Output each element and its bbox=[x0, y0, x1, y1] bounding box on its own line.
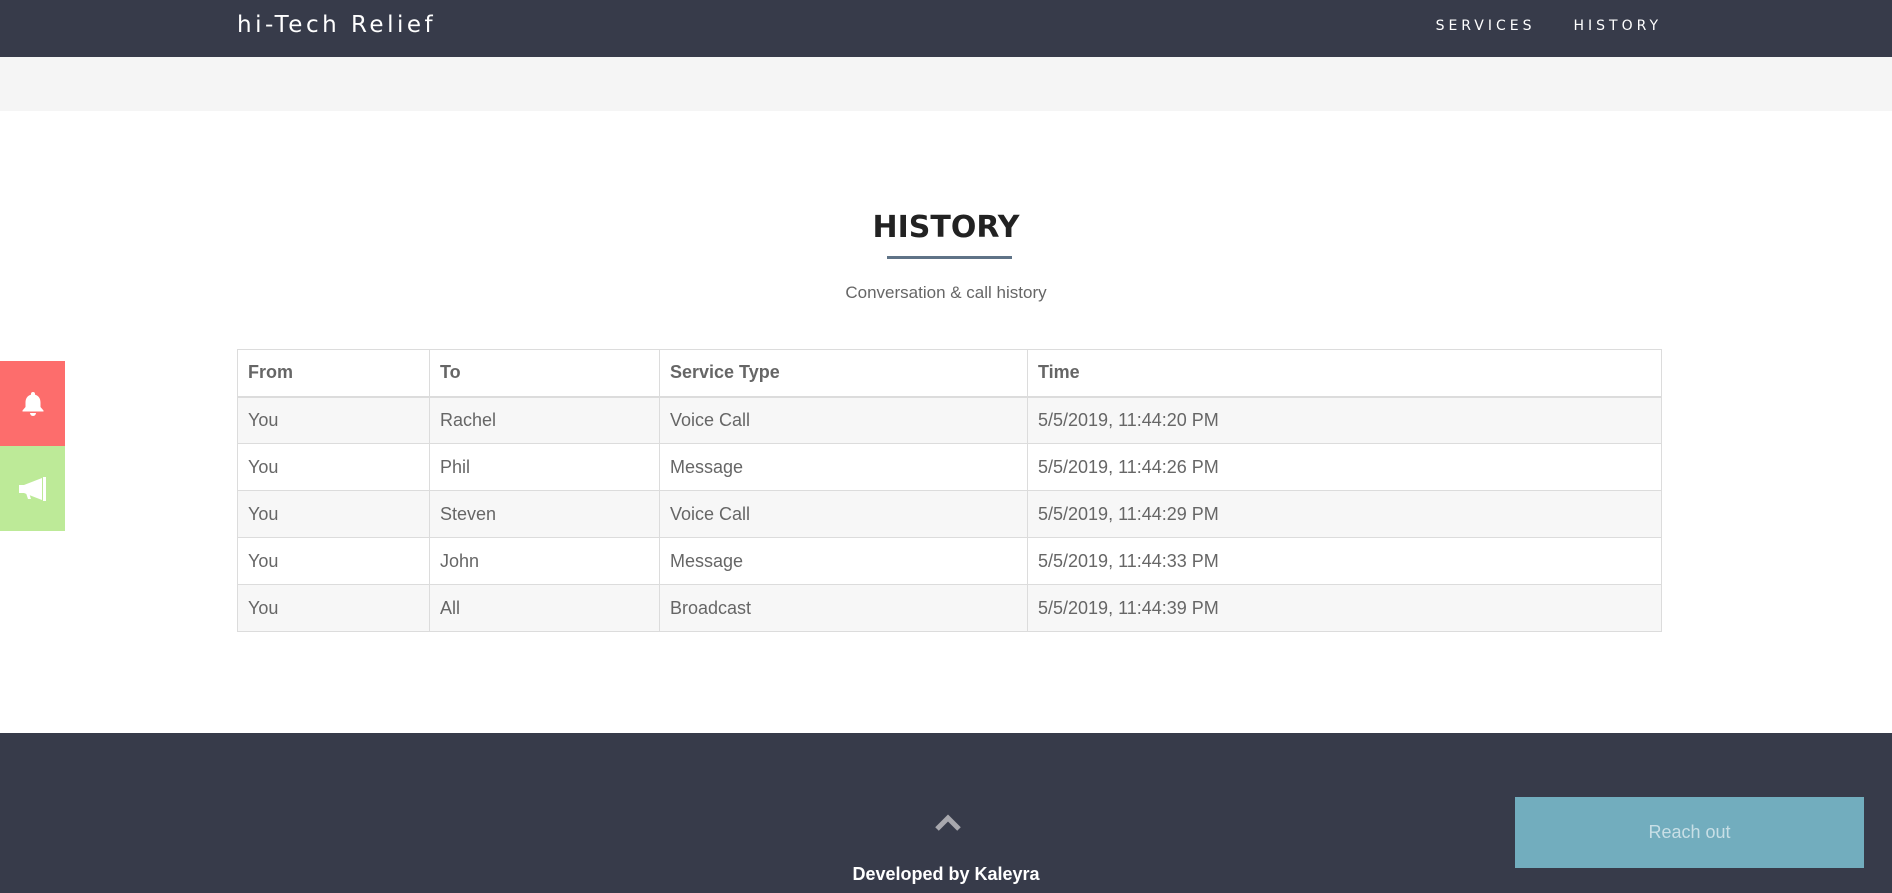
cell-time: 5/5/2019, 11:44:26 PM bbox=[1027, 443, 1662, 491]
megaphone-icon bbox=[18, 476, 46, 501]
cell-time: 5/5/2019, 11:44:29 PM bbox=[1027, 490, 1662, 538]
column-header-time: Time bbox=[1027, 349, 1662, 398]
page-title: HISTORY bbox=[872, 210, 1020, 245]
cell-to: All bbox=[429, 584, 660, 632]
cell-from: You bbox=[237, 584, 430, 632]
chevron-up-icon bbox=[935, 814, 961, 831]
table-row: You Phil Message 5/5/2019, 11:44:26 PM bbox=[237, 443, 1662, 491]
cell-service-type: Voice Call bbox=[659, 490, 1028, 538]
nav-link-services[interactable]: SERVICES bbox=[1436, 18, 1536, 34]
cell-to: John bbox=[429, 537, 660, 585]
scroll-to-top-button[interactable] bbox=[935, 813, 961, 831]
table-row: You Steven Voice Call 5/5/2019, 11:44:29… bbox=[237, 490, 1662, 538]
title-underline bbox=[887, 256, 1012, 259]
cell-service-type: Message bbox=[659, 443, 1028, 491]
navbar: hi-Tech Relief SERVICES HISTORY bbox=[0, 0, 1892, 57]
nav-links: SERVICES HISTORY bbox=[1436, 0, 1662, 52]
bell-icon bbox=[22, 391, 43, 416]
cell-service-type: Voice Call bbox=[659, 396, 1028, 444]
table-header-row: From To Service Type Time bbox=[237, 349, 1662, 398]
cell-from: You bbox=[237, 396, 430, 444]
column-header-service-type: Service Type bbox=[659, 349, 1028, 398]
page-subtitle: Conversation & call history bbox=[845, 283, 1047, 302]
cell-from: You bbox=[237, 537, 430, 585]
cell-time: 5/5/2019, 11:44:20 PM bbox=[1027, 396, 1662, 444]
cell-from: You bbox=[237, 443, 430, 491]
cell-to: Phil bbox=[429, 443, 660, 491]
cell-to: Steven bbox=[429, 490, 660, 538]
notification-button[interactable] bbox=[0, 361, 65, 446]
cell-time: 5/5/2019, 11:44:39 PM bbox=[1027, 584, 1662, 632]
column-header-from: From bbox=[237, 349, 430, 398]
table-row: You John Message 5/5/2019, 11:44:33 PM bbox=[237, 537, 1662, 585]
cell-to: Rachel bbox=[429, 396, 660, 444]
nav-link-history[interactable]: HISTORY bbox=[1574, 18, 1663, 34]
column-header-to: To bbox=[429, 349, 660, 398]
cell-from: You bbox=[237, 490, 430, 538]
broadcast-button[interactable] bbox=[0, 446, 65, 531]
cell-service-type: Message bbox=[659, 537, 1028, 585]
history-table: From To Service Type Time You Rachel Voi… bbox=[237, 349, 1662, 632]
reach-out-button[interactable]: Reach out bbox=[1515, 797, 1864, 868]
cell-service-type: Broadcast bbox=[659, 584, 1028, 632]
header-band bbox=[0, 57, 1892, 111]
table-row: You Rachel Voice Call 5/5/2019, 11:44:20… bbox=[237, 396, 1662, 444]
cell-time: 5/5/2019, 11:44:33 PM bbox=[1027, 537, 1662, 585]
brand-logo[interactable]: hi-Tech Relief bbox=[237, 10, 436, 40]
table-row: You All Broadcast 5/5/2019, 11:44:39 PM bbox=[237, 584, 1662, 632]
